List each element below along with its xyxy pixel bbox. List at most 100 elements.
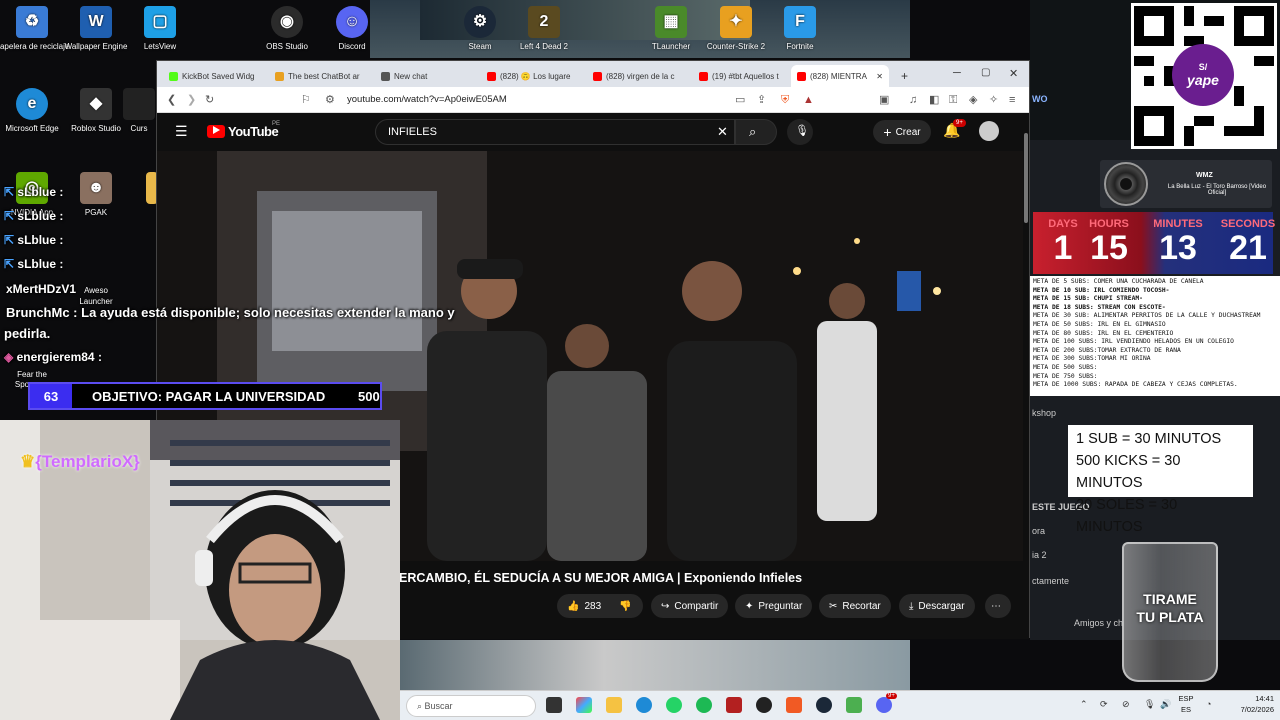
- song-artist: WMZ: [1196, 172, 1213, 179]
- new-tab-button[interactable]: +: [895, 65, 915, 87]
- dota-icon[interactable]: [726, 697, 742, 713]
- tray-wifi-icon[interactable]: ◔: [1206, 699, 1211, 709]
- tab-favicon-icon: [169, 71, 178, 81]
- edge-taskbar-icon[interactable]: [636, 697, 652, 713]
- desktop-label-fear-the[interactable]: Fear the: [0, 370, 71, 380]
- yape-logo: S/yape: [1172, 44, 1234, 106]
- side-fragment: WO: [1032, 94, 1048, 104]
- tab-favicon-icon: [381, 71, 390, 81]
- network-icon[interactable]: ⊘: [1122, 699, 1130, 710]
- media-icon[interactable]: ♫: [909, 93, 917, 107]
- wallet-icon[interactable]: ▣: [879, 93, 889, 107]
- share-button[interactable]: ↪ Compartir: [651, 594, 729, 618]
- song-title: La Bella Luz - El Toro Barroso [Video Of…: [1167, 184, 1267, 196]
- search-input[interactable]: INFIELES: [375, 119, 735, 145]
- page-scrollbar[interactable]: [1023, 113, 1029, 639]
- discord-taskbar-icon[interactable]: [876, 697, 892, 713]
- bookmark-icon[interactable]: ⚐: [301, 93, 311, 107]
- chat-message-continuation: pedirla.: [4, 326, 51, 341]
- maximize-window-icon[interactable]: ▢: [981, 67, 990, 78]
- tlauncher-icon: ▦: [655, 6, 687, 38]
- video-title: ERCAMBIO, ÉL SEDUCÍA A SU MEJOR AMIGA | …: [399, 571, 803, 585]
- menu-icon[interactable]: ≡: [1009, 93, 1015, 107]
- browser-tab[interactable]: KickBot Saved Widg: [163, 65, 267, 87]
- ask-button[interactable]: ✦ Preguntar: [735, 594, 813, 618]
- leo-icon[interactable]: ✧: [989, 93, 998, 107]
- brave-rewards-icon[interactable]: ▲: [803, 93, 814, 107]
- goal-line: META DE 300 SUBS:TOMAR MI ORINA: [1033, 355, 1151, 363]
- task-view-icon[interactable]: [546, 697, 562, 713]
- steam-icon: ⚙: [464, 6, 496, 38]
- clip-button[interactable]: ✂ Recortar: [819, 594, 891, 618]
- share-page-icon[interactable]: ⇪: [757, 93, 766, 107]
- voice-search-button[interactable]: 🎙: [787, 119, 813, 145]
- download-button[interactable]: ⤓ Descargar: [899, 594, 975, 618]
- desktop-icon-fortnite[interactable]: F Fortnite: [761, 6, 839, 52]
- browser-tab[interactable]: (828) 🙃 Los lugare: [481, 65, 585, 87]
- desktop-icon-discord[interactable]: ☺ Discord: [313, 6, 391, 52]
- brave-taskbar-icon[interactable]: [786, 697, 802, 713]
- streamer-name: ♛{TemplarioX}: [20, 452, 140, 471]
- sync-icon[interactable]: ⟳: [1100, 699, 1108, 710]
- taskbar-search-input[interactable]: ⌕ Buscar: [406, 695, 536, 717]
- chat-line: ⇱ sLblue :: [4, 209, 64, 223]
- youtube-favicon-icon: [699, 71, 708, 81]
- browser-tab[interactable]: (19) #tbt Aquellos t: [693, 65, 789, 87]
- chat-badge-icon: ⇱: [4, 185, 18, 199]
- desktop-icon-letsview[interactable]: ▢ LetsView: [121, 6, 199, 52]
- close-window-icon[interactable]: ✕: [1009, 67, 1018, 80]
- discord-badge: 9+: [886, 693, 897, 699]
- browser-tab[interactable]: New chat: [375, 65, 479, 87]
- brave-shield-icon[interactable]: ⛨: [781, 93, 789, 107]
- search-button[interactable]: ⌕: [735, 119, 777, 145]
- goal-line: META DE 750 SUBS:: [1033, 372, 1098, 380]
- obs-taskbar-icon[interactable]: [756, 697, 772, 713]
- browser-tab-active[interactable]: (828) MIENTRA ✕: [791, 65, 889, 87]
- create-button[interactable]: + Crear: [873, 120, 931, 144]
- language-indicator[interactable]: ESP ES: [1176, 693, 1196, 715]
- system-clock[interactable]: 14:41 7/02/2026: [1228, 693, 1274, 715]
- minimize-window-icon[interactable]: ─: [953, 67, 961, 79]
- reload-icon[interactable]: ↻: [205, 93, 214, 107]
- site-settings-icon[interactable]: ⚙: [325, 93, 335, 107]
- vpn-icon[interactable]: ◈: [969, 93, 977, 107]
- like-button[interactable]: 👍 283: [557, 594, 609, 618]
- more-actions-button[interactable]: ⋯: [985, 594, 1011, 618]
- browser-tab[interactable]: (828) virgen de la c: [587, 65, 691, 87]
- plus-icon: +: [883, 124, 892, 140]
- notepad-icon[interactable]: [846, 697, 862, 713]
- stream-objective-bar: 63 OBJETIVO: PAGAR LA UNIVERSIDAD 500: [28, 382, 382, 410]
- clear-search-icon[interactable]: ✕: [717, 124, 728, 140]
- close-tab-icon[interactable]: ✕: [876, 72, 883, 81]
- show-hidden-icons-icon[interactable]: ⌃: [1080, 699, 1088, 710]
- avatar[interactable]: [979, 121, 999, 141]
- file-explorer-icon[interactable]: [606, 697, 622, 713]
- spotify-icon[interactable]: [696, 697, 712, 713]
- back-icon[interactable]: ❮: [167, 93, 176, 107]
- chat-badge-icon: ⇱: [4, 233, 18, 247]
- copilot-icon[interactable]: [576, 697, 592, 713]
- youtube-logo-text[interactable]: YouTube: [228, 124, 279, 139]
- forward-icon[interactable]: ❯: [187, 93, 196, 107]
- left4dead2-icon: 2: [528, 6, 560, 38]
- objective-text: OBJETIVO: PAGAR LA UNIVERSIDAD: [92, 389, 326, 404]
- rate-line: 1 SUB = 30 MINUTOS: [1076, 431, 1222, 447]
- dislike-button[interactable]: 👎: [609, 594, 643, 618]
- sidebar-icon[interactable]: ◧: [929, 93, 939, 107]
- youtube-favicon-icon: [487, 71, 496, 81]
- hamburger-menu-icon[interactable]: ☰: [175, 123, 188, 140]
- steam-taskbar-icon[interactable]: [816, 697, 832, 713]
- scrollbar-thumb[interactable]: [1024, 133, 1028, 223]
- desktop-wallpaper-bottom: [400, 640, 910, 690]
- desktop-icon-left4dead2[interactable]: 2 Left 4 Dead 2: [505, 6, 583, 52]
- roblox-studio-icon: ◆: [80, 88, 112, 120]
- extensions-icon[interactable]: ⚿: [949, 93, 957, 107]
- volume-icon[interactable]: 🔊: [1160, 699, 1171, 710]
- whatsapp-icon[interactable]: [666, 697, 682, 713]
- url-field[interactable]: youtube.com/watch?v=Ap0eiwE05AM: [347, 93, 507, 107]
- cast-icon[interactable]: ▭: [735, 93, 745, 107]
- microphone-tray-icon[interactable]: 🎙: [1144, 699, 1155, 710]
- share-icon: ↪: [661, 600, 670, 612]
- browser-tab[interactable]: The best ChatBot ar: [269, 65, 373, 87]
- edge-icon: e: [16, 88, 48, 120]
